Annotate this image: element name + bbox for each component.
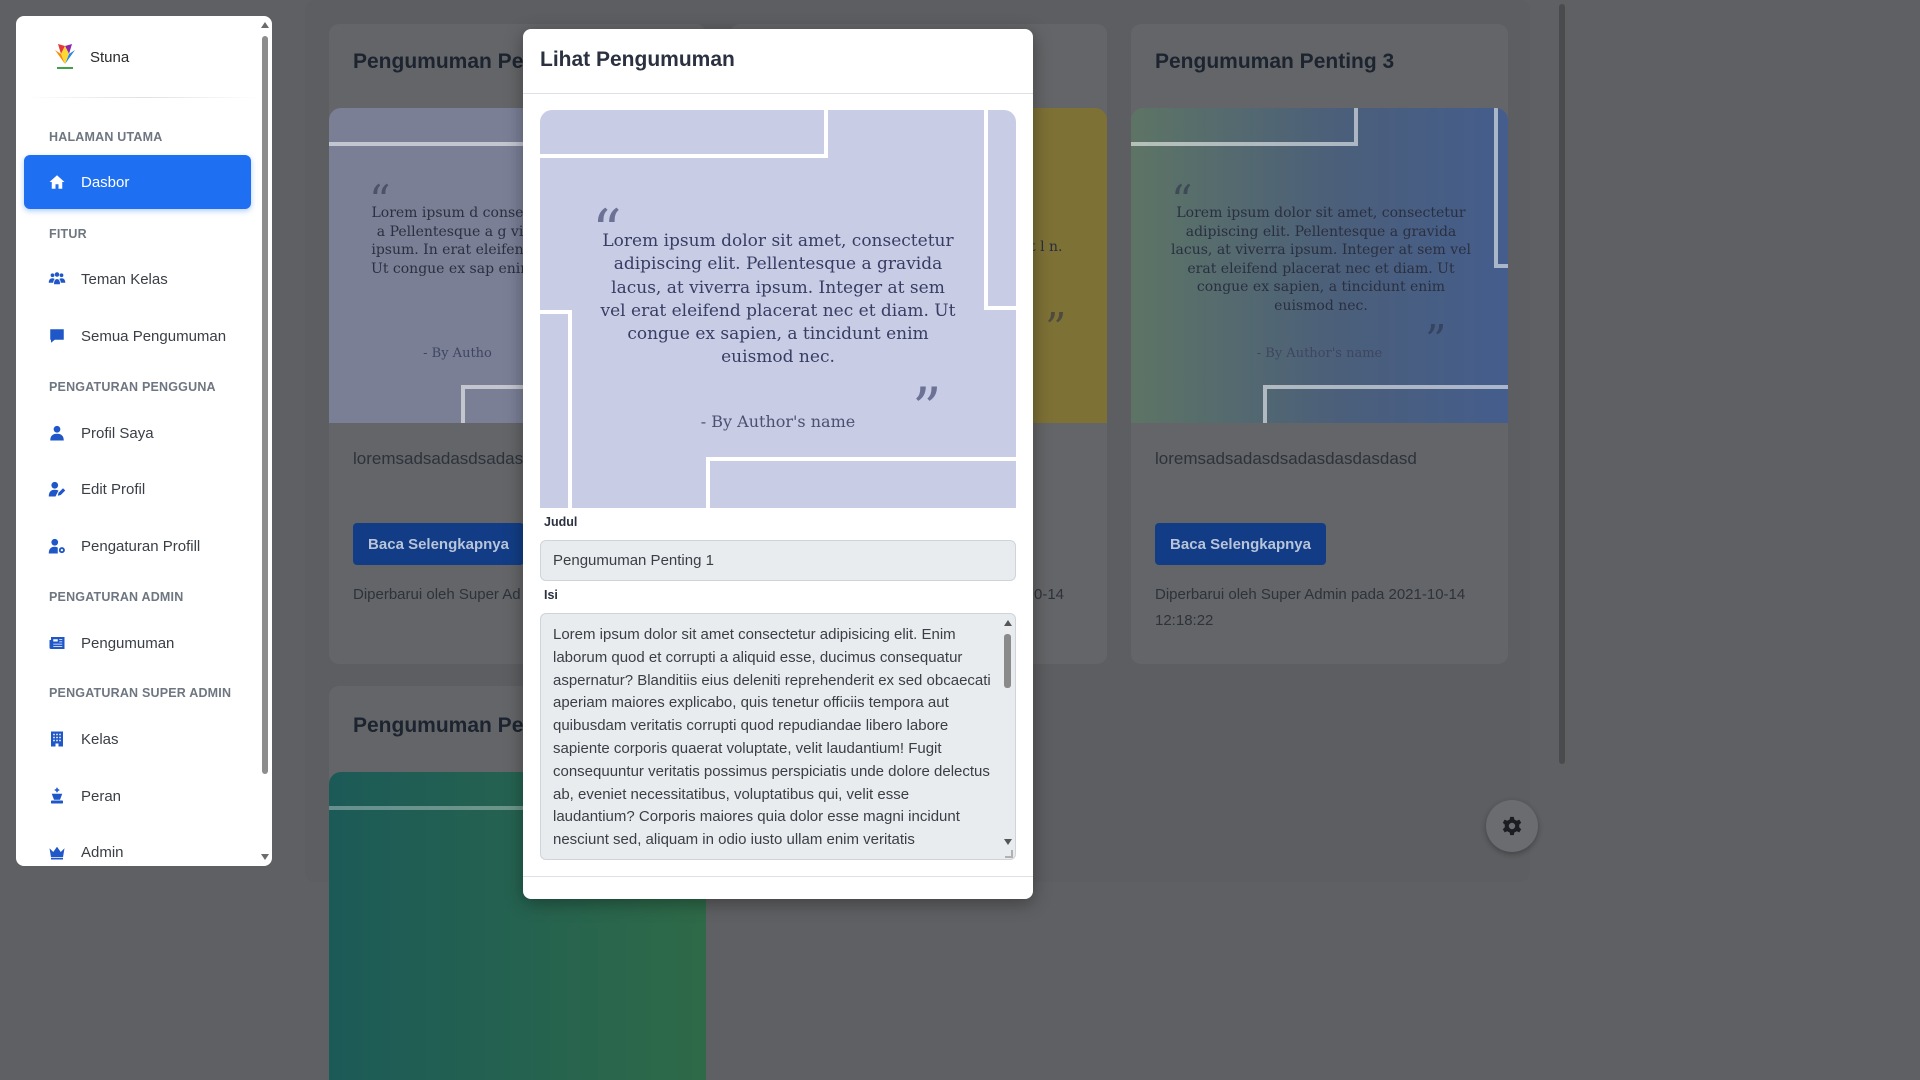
- card-description: loremsadsadasdsadas: [353, 449, 524, 468]
- announcement-poster: “ Lorem ipsum dolor sit amet, consectetu…: [1131, 108, 1508, 423]
- modal-title: Lihat Pengumuman: [540, 48, 735, 71]
- scroll-up-arrow-icon[interactable]: [1004, 620, 1012, 626]
- newspaper-icon: [48, 634, 66, 652]
- announcement-poster-image: “ Lorem ipsum dolor sit amet, consectetu…: [540, 110, 1016, 508]
- poster-frame: [1131, 108, 1358, 146]
- resize-grip-icon[interactable]: [1005, 850, 1013, 858]
- scroll-down-arrow-icon[interactable]: [1004, 839, 1012, 845]
- card-title: Pengumuman Penting 3: [1155, 50, 1395, 73]
- user-icon: [48, 424, 66, 442]
- section-halaman-utama: HALAMAN UTAMA: [49, 130, 163, 144]
- sidebar-item-label: Peran: [81, 787, 122, 805]
- sidebar-item-pengaturan-profill[interactable]: Pengaturan Profill: [24, 519, 251, 573]
- user-edit-icon: [48, 480, 66, 498]
- card-description: loremsadsadasdsadasdasdasdasd: [1155, 449, 1417, 468]
- poster-frame: [540, 310, 572, 508]
- isi-label: Isi: [544, 588, 558, 602]
- scroll-down-arrow-icon[interactable]: [261, 854, 269, 860]
- home-icon: [48, 173, 66, 191]
- read-more-button[interactable]: Baca Selengkapnya: [353, 523, 524, 565]
- brand-divider: [26, 97, 260, 98]
- sidebar-item-edit-profil[interactable]: Edit Profil: [24, 462, 251, 516]
- page-scroll-thumb[interactable]: [1559, 4, 1565, 764]
- read-more-button[interactable]: Baca Selengkapnya: [1155, 523, 1326, 565]
- building-icon: [48, 730, 66, 748]
- user-cog-icon: [48, 537, 66, 555]
- poster-frame: [329, 108, 556, 146]
- poster-author: - By Author's name: [1256, 346, 1383, 361]
- textarea-scroll-thumb[interactable]: [1004, 634, 1011, 688]
- sidebar-item-label: Pengaturan Profill: [81, 537, 201, 555]
- card-title: Pengumuman Pe: [353, 50, 524, 73]
- brand-name: Stuna: [90, 48, 130, 66]
- sidebar-item-profil-saya[interactable]: Profil Saya: [24, 406, 251, 460]
- judul-label: Judul: [544, 515, 578, 529]
- sidebar-item-peran[interactable]: Peran: [24, 769, 251, 823]
- section-fitur: FITUR: [49, 227, 87, 241]
- poster-frame: [706, 457, 1016, 508]
- sidebar-scroll-thumb[interactable]: [262, 36, 268, 774]
- crown-icon: [48, 843, 66, 861]
- poster-frame: [329, 772, 556, 810]
- sidebar-item-label: Dasbor: [81, 173, 130, 191]
- page-scrollbar[interactable]: [1556, 0, 1568, 882]
- stuna-logo: [55, 44, 75, 69]
- poster-frame: [984, 110, 1016, 310]
- chess-king-icon: [48, 787, 66, 805]
- section-pengaturan-super-admin: PENGATURAN SUPER ADMIN: [49, 686, 232, 700]
- sidebar-item-pengumuman[interactable]: Pengumuman: [24, 616, 251, 670]
- brand[interactable]: Stuna: [52, 42, 129, 72]
- sidebar-item-dasbor[interactable]: Dasbor: [24, 155, 251, 209]
- sidebar-item-kelas[interactable]: Kelas: [24, 712, 251, 766]
- sidebar-item-teman-kelas[interactable]: Teman Kelas: [24, 252, 251, 306]
- comment-icon: [48, 327, 66, 345]
- sidebar-item-label: Teman Kelas: [81, 270, 168, 288]
- sidebar-item-label: Semua Pengumuman: [81, 327, 227, 345]
- sidebar-item-label: Profil Saya: [81, 424, 154, 442]
- sidebar-item-label: Pengumuman: [81, 634, 175, 652]
- poster-frame: [1494, 108, 1508, 268]
- poster-frame: [1263, 385, 1508, 423]
- poster-quote: Lorem ipsum dolor sit amet, consectetur …: [600, 231, 956, 368]
- sidebar-scrollbar[interactable]: [260, 16, 270, 866]
- section-pengaturan-admin: PENGATURAN ADMIN: [49, 590, 184, 604]
- quote-close-icon: ”: [1045, 304, 1067, 353]
- sidebar-item-semua-pengumuman[interactable]: Semua Pengumuman: [24, 309, 251, 363]
- sidebar-item-label: Admin: [81, 843, 124, 861]
- modal-header-divider: [523, 93, 1033, 94]
- isi-textarea[interactable]: Lorem ipsum dolor sit amet consectetur a…: [540, 613, 1016, 860]
- modal-footer-divider: [523, 876, 1033, 877]
- card-title: Pengumuman Pe: [353, 714, 524, 737]
- view-announcement-modal: Lihat Pengumuman “ Lorem ipsum dolor sit…: [523, 29, 1033, 899]
- scroll-up-arrow-icon[interactable]: [261, 22, 269, 28]
- gear-icon: [1502, 816, 1522, 836]
- textarea-scrollbar[interactable]: [1002, 616, 1013, 857]
- isi-text: Lorem ipsum dolor sit amet consectetur a…: [553, 626, 991, 849]
- users-icon: [48, 270, 66, 288]
- sidebar-item-admin[interactable]: Admin: [24, 825, 251, 866]
- poster-quote: t l n.: [1030, 239, 1063, 255]
- poster-quote: Lorem ipsum dolor sit amet, consectetur …: [1171, 205, 1471, 314]
- sidebar-item-label: Edit Profil: [81, 480, 146, 498]
- sidebar: Stuna HALAMAN UTAMA Dasbor FITUR Teman K…: [16, 16, 272, 866]
- card-updated-meta: Diperbarui oleh Super Admin pada 2021-10…: [1155, 586, 1466, 629]
- sidebar-item-label: Kelas: [81, 730, 119, 748]
- judul-input[interactable]: Pengumuman Penting 1: [540, 540, 1016, 581]
- poster-author: - By Author's name: [700, 412, 856, 431]
- settings-button[interactable]: [1486, 800, 1538, 852]
- announcement-card: Pengumuman Penting 3 “ Lorem ipsum dolor…: [1131, 24, 1508, 664]
- section-pengaturan-pengguna: PENGATURAN PENGGUNA: [49, 380, 216, 394]
- poster-frame: [540, 110, 828, 158]
